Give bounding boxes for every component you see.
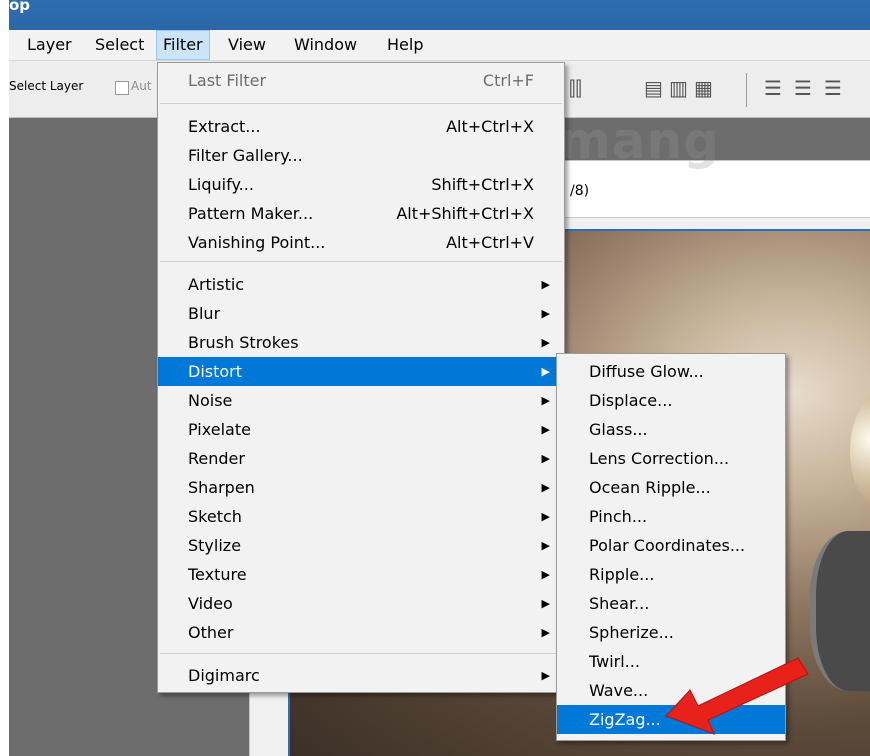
menu-item-video[interactable]: Video ▶ xyxy=(158,589,564,618)
align-icon[interactable]: ▦ xyxy=(694,78,713,98)
distribute-icon[interactable]: ☰ xyxy=(824,78,842,98)
menu-item-ocean-ripple[interactable]: Ocean Ripple... xyxy=(557,473,785,502)
submenu-arrow-icon: ▶ xyxy=(541,307,550,320)
menu-item-filter-gallery[interactable]: Filter Gallery... xyxy=(158,141,564,170)
menu-divider xyxy=(160,653,562,654)
menu-item-other[interactable]: Other ▶ xyxy=(158,618,564,647)
menu-item-sketch[interactable]: Sketch ▶ xyxy=(158,502,564,531)
submenu-arrow-icon: ▶ xyxy=(541,423,550,436)
menu-bar: Layer Select Filter View Window Help xyxy=(9,30,870,61)
submenu-arrow-icon: ▶ xyxy=(541,539,550,552)
coffee-foam-image xyxy=(850,391,870,511)
submenu-arrow-icon: ▶ xyxy=(541,365,550,378)
submenu-arrow-icon: ▶ xyxy=(541,568,550,581)
distribute-icon[interactable]: ☰ xyxy=(764,78,782,98)
red-arrow-annotation-icon xyxy=(665,657,809,735)
menu-item-lens-correction[interactable]: Lens Correction... xyxy=(557,444,785,473)
menu-item-shear[interactable]: Shear... xyxy=(557,589,785,618)
menu-item-brush-strokes[interactable]: Brush Strokes ▶ xyxy=(158,328,564,357)
menu-item-liquify[interactable]: Liquify... Shift+Ctrl+X xyxy=(158,170,564,199)
coffee-cup-image xyxy=(810,531,870,691)
submenu-arrow-icon: ▶ xyxy=(541,597,550,610)
menu-item-sharpen[interactable]: Sharpen ▶ xyxy=(158,473,564,502)
menu-item-spherize[interactable]: Spherize... xyxy=(557,618,785,647)
menu-item-noise[interactable]: Noise ▶ xyxy=(158,386,564,415)
filter-menu: Last Filter Ctrl+F Extract... Alt+Ctrl+X… xyxy=(157,62,565,693)
menu-item-ripple[interactable]: Ripple... xyxy=(557,560,785,589)
menu-divider xyxy=(160,261,562,262)
menu-view[interactable]: View xyxy=(222,30,272,60)
menu-filter[interactable]: Filter xyxy=(156,30,210,60)
menu-item-texture[interactable]: Texture ▶ xyxy=(158,560,564,589)
menu-item-pattern-maker[interactable]: Pattern Maker... Alt+Shift+Ctrl+X xyxy=(158,199,564,228)
align-icon[interactable]: ▥ xyxy=(669,78,688,98)
menu-item-polar-coordinates[interactable]: Polar Coordinates... xyxy=(557,531,785,560)
toolbar-divider xyxy=(746,73,747,107)
menu-item-diffuse-glow[interactable]: Diffuse Glow... xyxy=(557,357,785,386)
menu-item-artistic[interactable]: Artistic ▶ xyxy=(158,270,564,299)
menu-item-stylize[interactable]: Stylize ▶ xyxy=(158,531,564,560)
submenu-arrow-icon: ▶ xyxy=(541,510,550,523)
submenu-arrow-icon: ▶ xyxy=(541,336,550,349)
menu-window[interactable]: Window xyxy=(288,30,363,60)
submenu-arrow-icon: ▶ xyxy=(541,481,550,494)
align-icon[interactable]: ⫿⫿ xyxy=(569,78,582,98)
window-title: op xyxy=(9,0,31,14)
menu-item-blur[interactable]: Blur ▶ xyxy=(158,299,564,328)
menu-item-extract[interactable]: Extract... Alt+Ctrl+X xyxy=(158,112,564,141)
submenu-arrow-icon: ▶ xyxy=(541,669,550,682)
auto-select-label: Aut xyxy=(131,79,152,93)
menu-item-pixelate[interactable]: Pixelate ▶ xyxy=(158,415,564,444)
submenu-arrow-icon: ▶ xyxy=(541,278,550,291)
align-icon[interactable]: ▤ xyxy=(644,78,663,98)
submenu-arrow-icon: ▶ xyxy=(541,394,550,407)
menu-item-glass[interactable]: Glass... xyxy=(557,415,785,444)
submenu-arrow-icon: ▶ xyxy=(541,452,550,465)
menu-divider xyxy=(160,103,562,104)
select-layer-label: Select Layer xyxy=(9,79,84,93)
menu-item-displace[interactable]: Displace... xyxy=(557,386,785,415)
menu-item-render[interactable]: Render ▶ xyxy=(158,444,564,473)
menu-help[interactable]: Help xyxy=(381,30,429,60)
menu-item-digimarc[interactable]: Digimarc ▶ xyxy=(158,661,564,690)
menu-item-distort[interactable]: Distort ▶ xyxy=(158,357,564,386)
menu-layer[interactable]: Layer xyxy=(21,30,78,60)
menu-select[interactable]: Select xyxy=(89,30,150,60)
document-tab-label: /8) xyxy=(570,183,590,199)
distribute-icon[interactable]: ☰ xyxy=(794,78,812,98)
title-bar: op xyxy=(9,0,870,30)
submenu-arrow-icon: ▶ xyxy=(541,626,550,639)
menu-item-vanishing-point[interactable]: Vanishing Point... Alt+Ctrl+V xyxy=(158,228,564,257)
auto-select-checkbox[interactable] xyxy=(115,81,129,95)
menu-item-pinch[interactable]: Pinch... xyxy=(557,502,785,531)
menu-item-last-filter[interactable]: Last Filter Ctrl+F xyxy=(158,66,564,95)
